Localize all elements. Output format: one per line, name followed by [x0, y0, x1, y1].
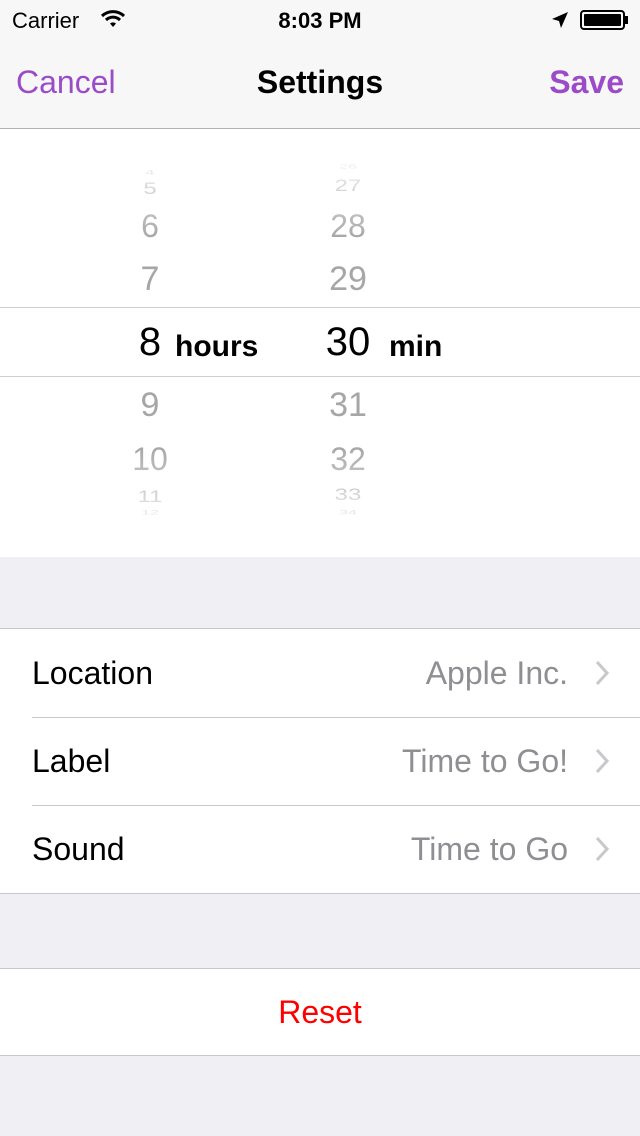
- picker-item[interactable]: 7: [90, 262, 210, 296]
- save-button[interactable]: Save: [549, 64, 624, 101]
- picker-item[interactable]: 33: [288, 486, 408, 504]
- chevron-right-icon: [595, 748, 610, 774]
- row-label: Label: [32, 743, 111, 779]
- navigation-bar: Cancel Settings Save: [0, 40, 640, 129]
- status-time: 8:03 PM: [278, 8, 362, 33]
- location-arrow-icon: [552, 12, 568, 28]
- picker-item[interactable]: 31: [288, 388, 408, 422]
- duration-picker[interactable]: 4 5 6 7 8 9 10 11 12 hours 26 27 28 29 3…: [0, 129, 640, 557]
- picker-item[interactable]: 6: [90, 210, 210, 242]
- picker-item[interactable]: 10: [90, 443, 210, 475]
- picker-item[interactable]: 34: [288, 510, 408, 516]
- row-value: Time to Go!: [402, 743, 568, 779]
- picker-item[interactable]: 29: [288, 262, 408, 296]
- sound-row[interactable]: Sound Time to Go: [0, 805, 640, 893]
- chevron-right-icon: [595, 836, 610, 862]
- picker-item[interactable]: 26: [288, 164, 408, 170]
- picker-item[interactable]: 12: [90, 510, 210, 516]
- location-row[interactable]: Location Apple Inc.: [0, 629, 640, 717]
- reset-label: Reset: [278, 994, 362, 1030]
- battery-icon: [580, 10, 628, 30]
- reset-button[interactable]: Reset: [0, 969, 640, 1055]
- picker-item[interactable]: 32: [288, 443, 408, 475]
- picker-item[interactable]: 11: [90, 488, 210, 506]
- settings-group: Location Apple Inc. Label Time to Go! So…: [0, 628, 640, 894]
- row-value: Time to Go: [410, 831, 568, 867]
- page-title: Settings: [256, 64, 384, 100]
- row-value: Apple Inc.: [425, 655, 568, 691]
- picker-selection-bottom-line: [0, 376, 640, 377]
- picker-item[interactable]: 27: [288, 177, 408, 195]
- picker-item[interactable]: 9: [90, 388, 210, 422]
- row-label: Location: [32, 655, 153, 691]
- picker-item[interactable]: 5: [90, 180, 210, 198]
- label-row[interactable]: Label Time to Go!: [0, 717, 640, 805]
- picker-item[interactable]: 28: [288, 210, 408, 242]
- row-label: Sound: [32, 831, 125, 867]
- chevron-right-icon: [595, 660, 610, 686]
- hours-unit-label: hours: [175, 330, 259, 363]
- minutes-unit-label: min: [389, 330, 443, 363]
- picker-selection-top-line: [0, 307, 640, 308]
- picker-item[interactable]: 4: [90, 170, 210, 176]
- reset-group: Reset: [0, 968, 640, 1056]
- status-bar: Carrier 8:03 PM: [0, 0, 640, 40]
